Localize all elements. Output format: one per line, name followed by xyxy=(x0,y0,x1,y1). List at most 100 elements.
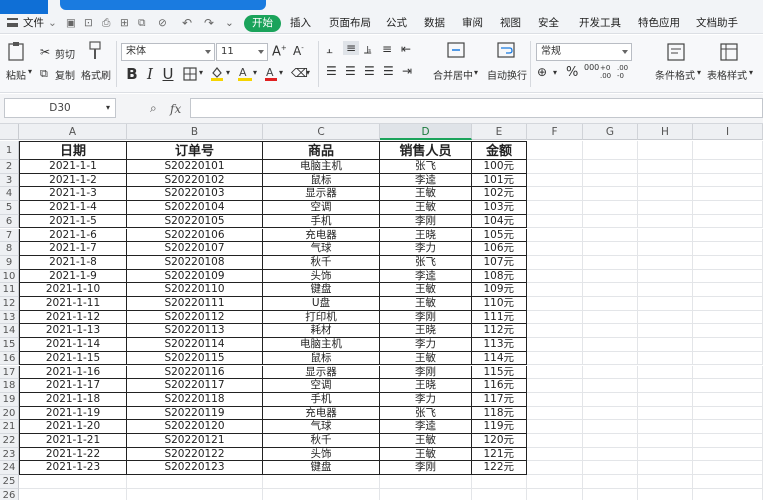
table-header-cell[interactable]: 日期 xyxy=(19,141,127,160)
column-header-h[interactable]: H xyxy=(638,124,693,140)
empty-cell[interactable] xyxy=(693,447,763,462)
empty-cell[interactable] xyxy=(527,187,583,202)
document-tab[interactable] xyxy=(60,0,266,10)
clear-chevron-icon[interactable]: ▾ xyxy=(306,68,310,77)
empty-cell[interactable] xyxy=(638,447,693,462)
table-cell[interactable]: S20220120 xyxy=(127,420,263,434)
empty-cell[interactable] xyxy=(527,379,583,393)
table-cell[interactable]: 张飞 xyxy=(380,160,472,174)
empty-cell[interactable] xyxy=(693,434,763,448)
row-header[interactable]: 11 xyxy=(0,283,19,297)
decrease-decimal-icon[interactable]: .00 -0 xyxy=(617,64,628,80)
table-cell[interactable]: 李刚 xyxy=(380,214,472,229)
print-icon[interactable]: ⎙ xyxy=(102,15,110,31)
empty-cell[interactable] xyxy=(693,173,763,188)
row-header[interactable]: 15 xyxy=(0,338,19,352)
paste-icon[interactable] xyxy=(7,41,25,61)
menu-icon[interactable] xyxy=(7,18,18,27)
font-color-chevron-icon[interactable]: ▾ xyxy=(279,68,283,77)
tab-review[interactable]: 审阅 xyxy=(462,15,483,31)
table-cell[interactable]: 李力 xyxy=(380,242,472,256)
empty-cell[interactable] xyxy=(693,379,763,393)
table-cell[interactable]: 手机 xyxy=(263,392,380,407)
empty-cell[interactable] xyxy=(583,324,638,339)
empty-cell[interactable] xyxy=(19,475,127,489)
empty-cell[interactable] xyxy=(693,392,763,407)
insert-function-icon[interactable]: fx xyxy=(170,102,181,116)
empty-cell[interactable] xyxy=(583,434,638,448)
conditional-format-button[interactable]: 条件格式 xyxy=(655,67,695,82)
empty-cell[interactable] xyxy=(693,406,763,421)
row-header[interactable]: 13 xyxy=(0,310,19,325)
table-cell[interactable]: 2021-1-3 xyxy=(19,187,127,202)
undo-icon[interactable]: ↶ xyxy=(182,15,192,31)
row-header[interactable]: 25 xyxy=(0,475,19,489)
row-header[interactable]: 23 xyxy=(0,447,19,462)
empty-cell[interactable] xyxy=(527,228,583,243)
table-cell[interactable]: 键盘 xyxy=(263,461,380,476)
empty-cell[interactable] xyxy=(638,461,693,476)
column-header-f[interactable]: F xyxy=(527,124,583,140)
table-cell[interactable]: S20220110 xyxy=(127,283,263,297)
empty-cell[interactable] xyxy=(693,475,763,489)
column-header-a[interactable]: A xyxy=(19,124,127,140)
empty-cell[interactable] xyxy=(638,173,693,188)
table-cell[interactable]: 102元 xyxy=(472,187,527,202)
empty-cell[interactable] xyxy=(638,475,693,489)
empty-cell[interactable] xyxy=(583,228,638,243)
empty-cell[interactable] xyxy=(127,475,263,489)
indent-decrease-icon[interactable]: ⇤ xyxy=(401,42,411,56)
table-cell[interactable]: 119元 xyxy=(472,420,527,434)
table-cell[interactable]: S20220102 xyxy=(127,173,263,188)
empty-cell[interactable] xyxy=(693,187,763,202)
empty-cell[interactable] xyxy=(693,297,763,311)
select-all-corner[interactable] xyxy=(0,124,19,140)
empty-cell[interactable] xyxy=(693,324,763,339)
table-cell[interactable]: 秋千 xyxy=(263,255,380,270)
format-painter-button[interactable]: 格式刷 xyxy=(81,67,111,82)
table-cell[interactable]: 2021-1-15 xyxy=(19,351,127,366)
empty-cell[interactable] xyxy=(19,488,127,500)
row-header[interactable]: 22 xyxy=(0,434,19,448)
table-cell[interactable]: 李刚 xyxy=(380,461,472,476)
table-cell[interactable]: 王敏 xyxy=(380,351,472,366)
column-header-c[interactable]: C xyxy=(263,124,380,140)
empty-cell[interactable] xyxy=(527,255,583,270)
table-cell[interactable]: 电脑主机 xyxy=(263,338,380,352)
row-header[interactable]: 17 xyxy=(0,365,19,380)
empty-cell[interactable] xyxy=(638,269,693,284)
row-header[interactable]: 26 xyxy=(0,488,19,500)
empty-cell[interactable] xyxy=(527,214,583,229)
table-cell[interactable]: 107元 xyxy=(472,255,527,270)
empty-cell[interactable] xyxy=(638,379,693,393)
table-cell[interactable]: 2021-1-23 xyxy=(19,461,127,476)
table-cell[interactable]: U盘 xyxy=(263,297,380,311)
tab-insert[interactable]: 插入 xyxy=(290,15,311,31)
empty-cell[interactable] xyxy=(583,160,638,174)
empty-cell[interactable] xyxy=(638,434,693,448)
empty-cell[interactable] xyxy=(693,488,763,500)
table-cell[interactable]: 106元 xyxy=(472,242,527,256)
empty-cell[interactable] xyxy=(527,338,583,352)
table-cell[interactable]: 王敏 xyxy=(380,447,472,462)
table-cell[interactable]: 2021-1-10 xyxy=(19,283,127,297)
underline-button[interactable]: U xyxy=(160,65,176,83)
merge-chevron-icon[interactable]: ▾ xyxy=(474,68,478,77)
column-header-e[interactable]: E xyxy=(472,124,527,140)
save-icon[interactable]: ▣ xyxy=(66,15,76,31)
align-justify-icon[interactable]: ≡ xyxy=(382,42,392,56)
table-cell[interactable]: 103元 xyxy=(472,201,527,215)
table-cell[interactable]: S20220107 xyxy=(127,242,263,256)
empty-cell[interactable] xyxy=(638,283,693,297)
table-cell[interactable]: 2021-1-19 xyxy=(19,406,127,421)
table-cell[interactable]: 李逵 xyxy=(380,173,472,188)
merge-center-button[interactable]: 合并居中 xyxy=(433,67,473,82)
table-cell[interactable]: S20220108 xyxy=(127,255,263,270)
italic-button[interactable]: I xyxy=(142,65,158,83)
table-cell[interactable]: 105元 xyxy=(472,228,527,243)
table-cell[interactable]: 111元 xyxy=(472,310,527,325)
borders-icon[interactable] xyxy=(183,67,197,81)
empty-cell[interactable] xyxy=(583,187,638,202)
empty-cell[interactable] xyxy=(263,488,380,500)
empty-cell[interactable] xyxy=(583,141,638,160)
